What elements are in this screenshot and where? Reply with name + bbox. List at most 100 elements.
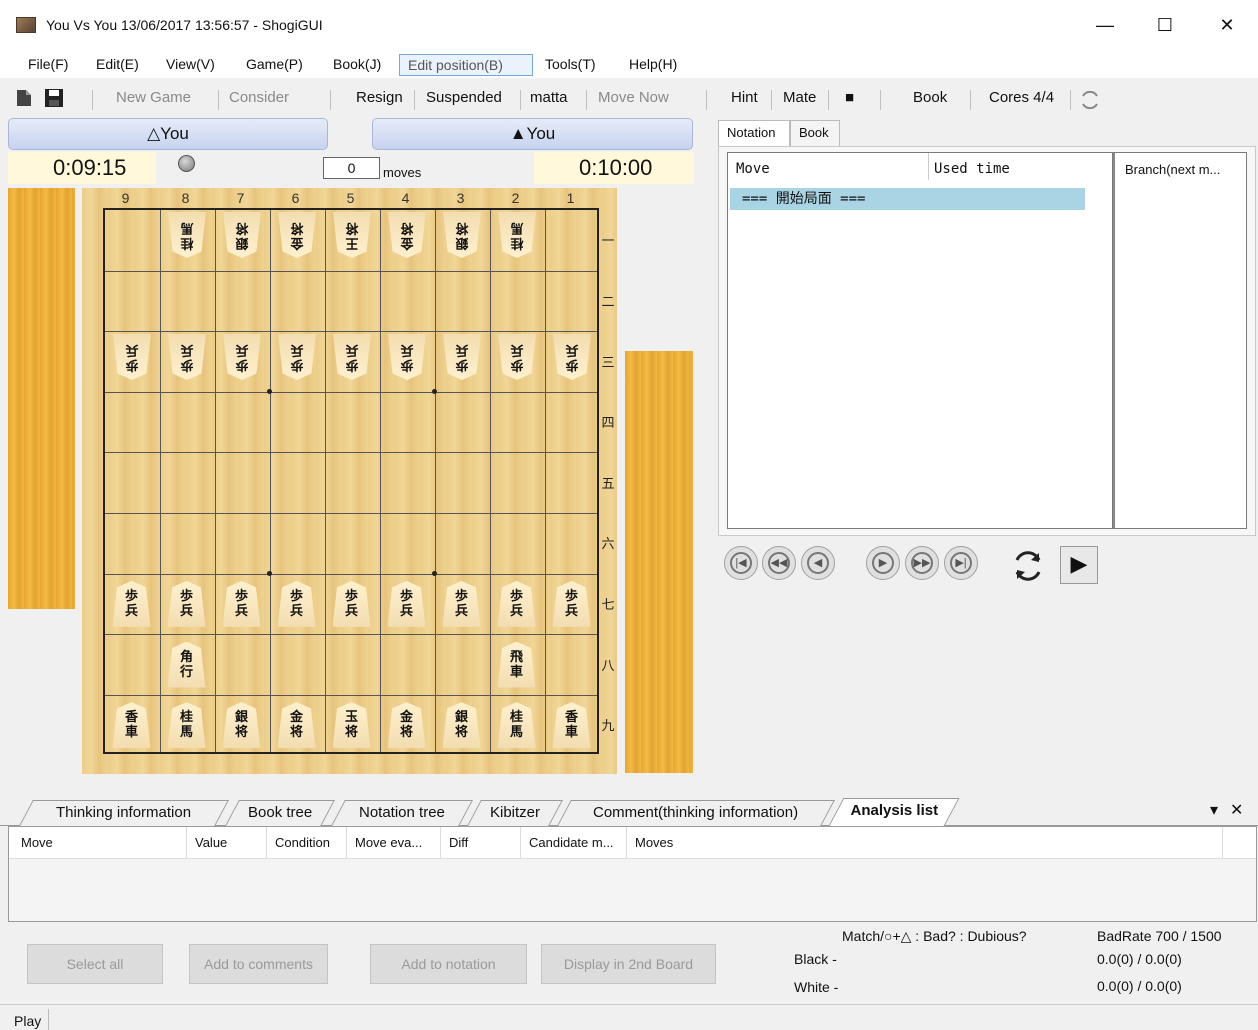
new-game-button[interactable]: New Game	[116, 89, 191, 106]
sente-piece[interactable]: 香車	[552, 702, 591, 749]
col-value[interactable]: Value	[191, 827, 267, 859]
col-move[interactable]: Move	[17, 827, 187, 859]
sente-piece[interactable]: 銀将	[442, 702, 481, 749]
minimize-button[interactable]: —	[1082, 8, 1128, 42]
gote-piece[interactable]: 歩兵	[113, 334, 151, 380]
close-window-button[interactable]: ✕	[1204, 8, 1250, 42]
sente-piece[interactable]: 歩兵	[112, 580, 151, 627]
tab-thinking-info[interactable]: Thinking information	[19, 800, 229, 826]
gote-piece[interactable]: 歩兵	[498, 334, 536, 380]
add-comments-button[interactable]: Add to comments	[189, 944, 328, 984]
menu-file[interactable]: File(F)	[20, 54, 76, 76]
menu-book[interactable]: Book(J)	[325, 54, 389, 76]
sente-piece[interactable]: 歩兵	[277, 580, 316, 627]
menu-tools[interactable]: Tools(T)	[537, 54, 604, 76]
gote-piece[interactable]: 金将	[278, 212, 316, 258]
add-notation-button[interactable]: Add to notation	[370, 944, 527, 984]
notation-header-move[interactable]: Move	[736, 161, 770, 177]
resign-button[interactable]: Resign	[356, 89, 403, 106]
back-fast-icon[interactable]: ◀◀	[762, 546, 796, 580]
gote-piece[interactable]: 銀将	[443, 212, 481, 258]
hint-button[interactable]: Hint	[731, 89, 758, 106]
flip-board-icon[interactable]	[1008, 548, 1048, 584]
sente-piece[interactable]: 飛車	[497, 641, 536, 688]
sente-piece[interactable]: 銀将	[222, 702, 261, 749]
sente-piece[interactable]: 玉将	[332, 702, 371, 749]
menu-edit-position[interactable]: Edit position(B)	[399, 54, 533, 76]
tab-comment[interactable]: Comment(thinking information)	[557, 800, 835, 826]
notation-row[interactable]: === 開始局面 ===	[730, 188, 1085, 210]
forward-icon[interactable]: ▶	[866, 546, 900, 580]
col-candidate[interactable]: Candidate m...	[525, 827, 627, 859]
gote-piece[interactable]: 歩兵	[388, 334, 426, 380]
forward-fast-icon[interactable]: ▶▶	[905, 546, 939, 580]
gote-piece[interactable]: 王将	[333, 212, 371, 258]
sente-piece[interactable]: 金将	[277, 702, 316, 749]
analysis-grid[interactable]: Move Value Condition Move eva... Diff Ca…	[8, 826, 1257, 922]
new-file-icon[interactable]	[16, 89, 32, 107]
branch-list[interactable]: Branch(next m...	[1113, 152, 1247, 529]
sente-piece[interactable]: 歩兵	[387, 580, 426, 627]
tab-book-tree[interactable]: Book tree	[225, 800, 335, 826]
menu-edit[interactable]: Edit(E)	[88, 54, 147, 76]
sente-piece[interactable]: 歩兵	[222, 580, 261, 627]
branch-header[interactable]: Branch(next m...	[1125, 162, 1220, 177]
gote-piece[interactable]: 桂馬	[498, 212, 536, 258]
save-icon[interactable]	[44, 88, 64, 108]
gote-piece[interactable]: 金将	[388, 212, 426, 258]
refresh-icon[interactable]	[1078, 89, 1102, 111]
col-condition[interactable]: Condition	[271, 827, 347, 859]
tab-kibitzer[interactable]: Kibitzer	[467, 800, 563, 826]
book-button[interactable]: Book	[913, 89, 947, 106]
suspended-button[interactable]: Suspended	[426, 89, 502, 106]
close-panel-icon[interactable]: ✕	[1230, 800, 1243, 820]
menu-game[interactable]: Game(P)	[238, 54, 311, 76]
mate-button[interactable]: Mate	[783, 89, 816, 106]
stop-icon[interactable]: ■	[845, 89, 854, 106]
piece-label: 金将	[400, 220, 414, 251]
back-icon[interactable]: ◀	[801, 546, 835, 580]
consider-button[interactable]: Consider	[229, 89, 289, 106]
gote-piece[interactable]: 歩兵	[278, 334, 316, 380]
notation-list[interactable]: Move Used time === 開始局面 ===	[727, 152, 1113, 529]
dropdown-icon[interactable]: ▾	[1210, 800, 1218, 820]
gote-piece[interactable]: 銀将	[223, 212, 261, 258]
cores-button[interactable]: Cores 4/4	[989, 89, 1054, 106]
sente-piece[interactable]: 香車	[112, 702, 151, 749]
select-all-button[interactable]: Select all	[27, 944, 163, 984]
gote-piece[interactable]: 桂馬	[168, 212, 206, 258]
gote-piece[interactable]: 歩兵	[168, 334, 206, 380]
col-moves[interactable]: Moves	[631, 827, 1223, 859]
sente-piece[interactable]: 歩兵	[442, 580, 481, 627]
last-icon[interactable]: ▶|	[944, 546, 978, 580]
menu-help[interactable]: Help(H)	[621, 54, 685, 76]
sente-piece[interactable]: 歩兵	[167, 580, 206, 627]
tab-book[interactable]: Book	[790, 120, 840, 146]
black-piece-stand[interactable]	[625, 351, 693, 773]
tab-analysis-list[interactable]: Analysis list	[828, 798, 960, 826]
display-2nd-board-button[interactable]: Display in 2nd Board	[541, 944, 716, 984]
sente-piece[interactable]: 桂馬	[497, 702, 536, 749]
white-piece-stand[interactable]	[8, 188, 75, 609]
gote-piece[interactable]: 歩兵	[223, 334, 261, 380]
gote-piece[interactable]: 歩兵	[443, 334, 481, 380]
sente-piece[interactable]: 歩兵	[552, 580, 591, 627]
gote-piece[interactable]: 歩兵	[553, 334, 591, 380]
gote-piece[interactable]: 歩兵	[333, 334, 371, 380]
sente-piece[interactable]: 金将	[387, 702, 426, 749]
sente-piece[interactable]: 歩兵	[332, 580, 371, 627]
sente-piece[interactable]: 歩兵	[497, 580, 536, 627]
sente-piece[interactable]: 角行	[167, 641, 206, 688]
notation-header-time[interactable]: Used time	[934, 161, 1010, 177]
col-diff[interactable]: Diff	[445, 827, 521, 859]
first-icon[interactable]: |◀	[724, 546, 758, 580]
tab-notation-tree[interactable]: Notation tree	[331, 800, 473, 826]
matta-button[interactable]: matta	[530, 89, 568, 106]
sente-piece[interactable]: 桂馬	[167, 702, 206, 749]
tab-notation[interactable]: Notation	[718, 120, 790, 148]
col-move-eval[interactable]: Move eva...	[351, 827, 441, 859]
move-now-button[interactable]: Move Now	[598, 89, 669, 106]
menu-view[interactable]: View(V)	[158, 54, 223, 76]
maximize-button[interactable]: ☐	[1142, 8, 1188, 42]
play-icon[interactable]: ▶	[1060, 546, 1098, 584]
